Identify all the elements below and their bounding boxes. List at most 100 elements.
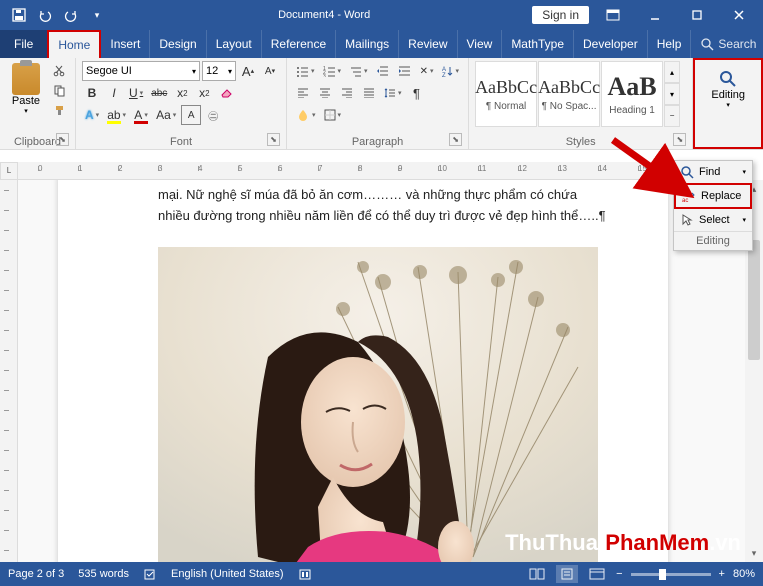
shading-button[interactable] (293, 105, 319, 125)
change-case-button[interactable]: Aa (153, 105, 179, 125)
line-spacing-button[interactable] (381, 83, 405, 103)
tab-developer[interactable]: Developer (574, 30, 648, 58)
web-layout-icon[interactable] (586, 565, 608, 583)
close-icon[interactable] (721, 0, 757, 30)
tab-view[interactable]: View (458, 30, 503, 58)
sort-button[interactable]: AZ (439, 61, 463, 81)
page-indicator[interactable]: Page 2 of 3 (8, 568, 64, 580)
font-size-select[interactable]: 12▾ (202, 61, 236, 81)
increase-indent-button[interactable] (395, 61, 415, 81)
styles-launcher[interactable]: ⬊ (673, 133, 686, 146)
superscript-button[interactable]: x2 (194, 83, 214, 103)
print-layout-icon[interactable] (556, 565, 578, 583)
styles-scroll-up[interactable]: ▴ (664, 61, 680, 83)
char-border-button[interactable]: A (181, 105, 201, 125)
tab-insert[interactable]: Insert (101, 30, 150, 58)
grow-font-button[interactable]: A▴ (238, 61, 258, 81)
highlight-button[interactable]: ab (104, 105, 129, 125)
paragraph-launcher[interactable]: ⬊ (449, 133, 462, 146)
horizontal-ruler[interactable]: 01234567891011121314151617 (18, 162, 745, 180)
decrease-indent-button[interactable] (373, 61, 393, 81)
save-icon[interactable] (8, 4, 30, 26)
scroll-thumb[interactable] (748, 240, 760, 360)
zoom-in-button[interactable]: + (719, 568, 725, 580)
align-left-button[interactable] (293, 83, 313, 103)
style-heading1[interactable]: AaBHeading 1 (601, 61, 663, 127)
ribbon: Paste ▾ Clipboard⬊ Segoe UI▾ 12▾ A▴ A▾ B… (0, 58, 763, 150)
italic-button[interactable]: I (104, 83, 124, 103)
zoom-level[interactable]: 80% (733, 568, 755, 580)
select-menuitem[interactable]: Select ▾ (674, 209, 752, 231)
minimize-icon[interactable] (637, 0, 673, 30)
align-center-button[interactable] (315, 83, 335, 103)
undo-icon[interactable] (34, 4, 56, 26)
paragraph-text[interactable]: mại. Nữ nghệ sĩ múa đã bỏ ăn cơm……… và n… (158, 185, 608, 227)
styles-label: Styles⬊ (475, 135, 686, 148)
tab-references[interactable]: Reference (262, 30, 336, 58)
tab-home[interactable]: Home (47, 30, 101, 58)
clear-format-button[interactable] (216, 83, 238, 103)
align-right-button[interactable] (337, 83, 357, 103)
tab-mathtype[interactable]: MathType (502, 30, 574, 58)
qat-more-icon[interactable]: ▾ (86, 4, 108, 26)
format-painter-button[interactable] (49, 101, 69, 119)
zoom-out-button[interactable]: − (616, 568, 622, 580)
font-launcher[interactable]: ⬊ (267, 133, 280, 146)
borders-button[interactable] (321, 105, 345, 125)
ruler-corner: L (0, 162, 18, 180)
numbering-button[interactable]: 123 (320, 61, 345, 81)
cut-button[interactable] (49, 61, 69, 79)
tab-review[interactable]: Review (399, 30, 457, 58)
copy-button[interactable] (49, 81, 69, 99)
style-normal[interactable]: AaBbCc¶ Normal (475, 61, 537, 127)
show-hide-button[interactable]: ¶ (407, 83, 427, 103)
indent-icon (398, 65, 411, 77)
enclose-char-button[interactable]: ㊁ (203, 105, 223, 125)
macro-indicator[interactable] (298, 567, 312, 581)
zoom-slider[interactable] (631, 573, 711, 576)
paste-button[interactable]: Paste ▾ (6, 61, 46, 117)
search-icon (701, 38, 714, 51)
paragraph-label: Paragraph⬊ (293, 135, 462, 148)
editing-button[interactable]: Editing ▾ (701, 63, 755, 115)
word-count[interactable]: 535 words (78, 568, 129, 580)
tab-help[interactable]: Help (648, 30, 692, 58)
tell-me-search[interactable]: Search (691, 30, 763, 58)
zoom-handle[interactable] (659, 569, 666, 580)
multilevel-button[interactable] (346, 61, 371, 81)
tab-design[interactable]: Design (150, 30, 206, 58)
ribbon-options-icon[interactable] (595, 0, 631, 30)
asian-layout-button[interactable]: ✕ (417, 61, 437, 81)
sign-in-button[interactable]: Sign in (532, 6, 589, 24)
font-name-select[interactable]: Segoe UI▾ (82, 61, 200, 81)
tab-mailings[interactable]: Mailings (336, 30, 399, 58)
language-indicator[interactable]: English (United States) (171, 568, 284, 580)
styles-expand[interactable]: ⎯ (664, 105, 680, 127)
spell-check-icon[interactable] (143, 567, 157, 581)
embedded-image[interactable] (158, 247, 598, 562)
read-mode-icon[interactable] (526, 565, 548, 583)
clipboard-launcher[interactable]: ⬊ (56, 133, 69, 146)
tab-layout[interactable]: Layout (207, 30, 262, 58)
justify-button[interactable] (359, 83, 379, 103)
scroll-down-icon[interactable]: ▾ (745, 544, 763, 562)
styles-scroll-down[interactable]: ▾ (664, 83, 680, 105)
shrink-font-button[interactable]: A▾ (260, 61, 280, 81)
bold-button[interactable]: B (82, 83, 102, 103)
redo-icon[interactable] (60, 4, 82, 26)
tab-file[interactable]: File (0, 30, 47, 58)
bullets-button[interactable] (293, 61, 318, 81)
find-menuitem[interactable]: Find ▾ (674, 161, 752, 183)
document-viewport: mại. Nữ nghệ sĩ múa đã bỏ ăn cơm……… và n… (18, 180, 745, 562)
text-effects-button[interactable]: A (82, 105, 102, 125)
subscript-button[interactable]: x2 (172, 83, 192, 103)
style-nospacing[interactable]: AaBbCc¶ No Spac... (538, 61, 600, 127)
replace-menuitem[interactable]: abac Replace (674, 183, 752, 209)
font-color-button[interactable]: A (131, 105, 151, 125)
strikethrough-button[interactable]: abc (148, 83, 170, 103)
vertical-ruler[interactable] (0, 180, 18, 562)
underline-button[interactable]: U (126, 83, 146, 103)
maximize-icon[interactable] (679, 0, 715, 30)
align-left-icon (297, 88, 309, 98)
page[interactable]: mại. Nữ nghệ sĩ múa đã bỏ ăn cơm……… và n… (58, 180, 668, 562)
